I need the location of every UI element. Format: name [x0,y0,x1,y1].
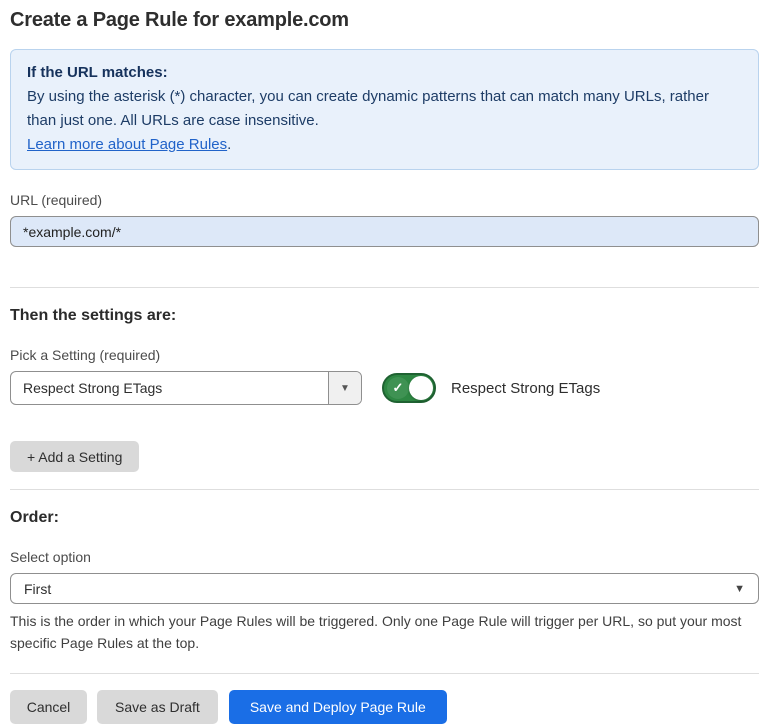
setting-dropdown-value: Respect Strong ETags [11,372,328,404]
url-label: URL (required) [10,192,759,208]
info-box-link-row: Learn more about Page Rules. [27,133,742,157]
add-setting-button[interactable]: + Add a Setting [10,441,139,472]
order-help-text: This is the order in which your Page Rul… [10,610,759,654]
learn-more-link[interactable]: Learn more about Page Rules [27,136,227,153]
link-period: . [227,136,231,153]
cancel-button[interactable]: Cancel [10,690,87,724]
settings-heading: Then the settings are: [10,307,759,325]
chevron-down-icon[interactable]: ▼ [328,372,361,404]
check-icon: ✓ [387,377,409,399]
setting-dropdown[interactable]: Respect Strong ETags ▼ [10,371,362,405]
pick-setting-label: Pick a Setting (required) [10,347,759,363]
chevron-down-icon: ▼ [734,583,745,595]
save-deploy-button[interactable]: Save and Deploy Page Rule [229,690,447,724]
url-input[interactable] [10,216,759,247]
toggle-label: Respect Strong ETags [451,380,600,397]
divider [10,489,759,490]
page-title: Create a Page Rule for example.com [10,9,759,32]
create-page-rule-form: Create a Page Rule for example.com If th… [0,9,769,724]
order-heading: Order: [10,509,759,527]
divider [10,673,759,674]
divider [10,287,759,288]
select-option-label: Select option [10,549,759,565]
order-select-value: First [24,581,51,597]
setting-row: Respect Strong ETags ▼ ✓ Respect Strong … [10,371,759,405]
info-box-heading: If the URL matches: [27,61,742,85]
footer-actions: Cancel Save as Draft Save and Deploy Pag… [10,690,759,724]
toggle-knob [409,376,433,400]
save-draft-button[interactable]: Save as Draft [97,690,218,724]
order-select[interactable]: First ▼ [10,573,759,604]
etags-toggle[interactable]: ✓ [382,373,436,403]
info-box-body: By using the asterisk (*) character, you… [27,85,742,133]
url-match-info-box: If the URL matches: By using the asteris… [10,49,759,170]
